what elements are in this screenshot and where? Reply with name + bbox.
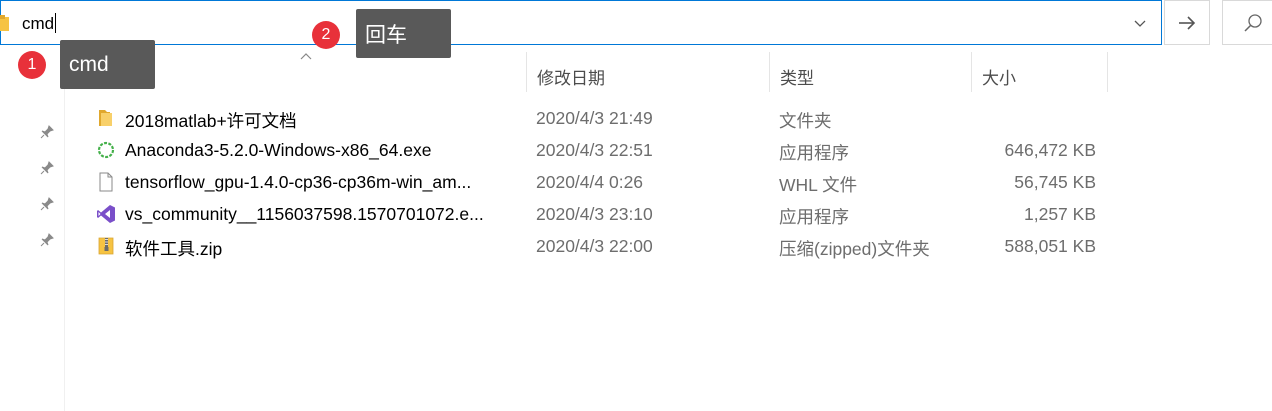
column-header-size[interactable]: 大小	[982, 64, 1016, 104]
callout-label: 回车	[356, 9, 451, 58]
file-row[interactable]: 2018matlab+许可文档 2020/4/3 21:49 文件夹	[65, 102, 1165, 134]
arrow-right-icon	[1179, 15, 1196, 30]
visual-studio-icon	[97, 205, 115, 223]
pin-icon[interactable]	[40, 233, 54, 247]
file-type: 压缩(zipped)文件夹	[779, 239, 930, 259]
address-bar[interactable]: cmd	[0, 0, 1162, 45]
file-size: 588,051 KB	[1004, 236, 1096, 256]
pin-icon[interactable]	[40, 125, 54, 139]
zip-folder-icon	[98, 237, 114, 255]
step-badge: 2	[312, 21, 340, 49]
text-cursor	[55, 13, 57, 33]
file-icon	[99, 172, 113, 192]
folder-icon	[0, 15, 9, 31]
file-row[interactable]: 软件工具.zip 2020/4/3 22:00 压缩(zipped)文件夹 58…	[65, 230, 1165, 262]
address-dropdown-button[interactable]	[1130, 15, 1150, 33]
file-date: 2020/4/4 0:26	[536, 172, 644, 192]
file-date: 2020/4/3 22:00	[536, 236, 653, 256]
search-box[interactable]	[1222, 0, 1272, 45]
pin-icon[interactable]	[40, 197, 54, 211]
file-type: WHL 文件	[779, 175, 858, 195]
file-type: 应用程序	[779, 143, 849, 163]
file-name: tensorflow_gpu-1.4.0-cp36-cp36m-win_am..…	[125, 172, 472, 192]
column-divider[interactable]	[526, 52, 527, 92]
step-badge: 1	[18, 51, 46, 79]
file-type: 文件夹	[779, 111, 832, 131]
file-date: 2020/4/3 22:51	[536, 140, 653, 160]
navigation-pane	[0, 46, 65, 411]
file-name: vs_community__1156037598.1570701072.e...	[125, 204, 484, 224]
search-icon	[1244, 14, 1262, 32]
file-name: Anaconda3-5.2.0-Windows-x86_64.exe	[125, 140, 432, 160]
pin-icon[interactable]	[40, 161, 54, 175]
column-divider[interactable]	[769, 52, 770, 92]
sort-ascending-icon	[300, 53, 312, 60]
column-header-type[interactable]: 类型	[780, 64, 814, 104]
file-row[interactable]: Anaconda3-5.2.0-Windows-x86_64.exe 2020/…	[65, 134, 1165, 166]
file-name: 2018matlab+许可文档	[125, 111, 297, 131]
column-divider[interactable]	[971, 52, 972, 92]
anaconda-icon	[97, 141, 115, 159]
chevron-down-icon	[1134, 20, 1146, 27]
callout-label: cmd	[60, 40, 155, 89]
file-type: 应用程序	[779, 207, 849, 227]
column-divider[interactable]	[1107, 52, 1108, 92]
file-size: 56,745 KB	[1014, 172, 1096, 192]
file-row[interactable]: vs_community__1156037598.1570701072.e...…	[65, 198, 1165, 230]
file-name: 软件工具.zip	[125, 239, 223, 259]
file-size: 646,472 KB	[1004, 140, 1096, 160]
go-button[interactable]	[1164, 0, 1210, 45]
file-date: 2020/4/3 21:49	[536, 108, 653, 128]
file-row[interactable]: tensorflow_gpu-1.4.0-cp36-cp36m-win_am..…	[65, 166, 1165, 198]
file-date: 2020/4/3 23:10	[536, 204, 653, 224]
address-input[interactable]: cmd	[22, 13, 57, 34]
column-header-date[interactable]: 修改日期	[537, 64, 605, 104]
folder-icon	[99, 110, 112, 126]
file-size: 1,257 KB	[1024, 204, 1096, 224]
